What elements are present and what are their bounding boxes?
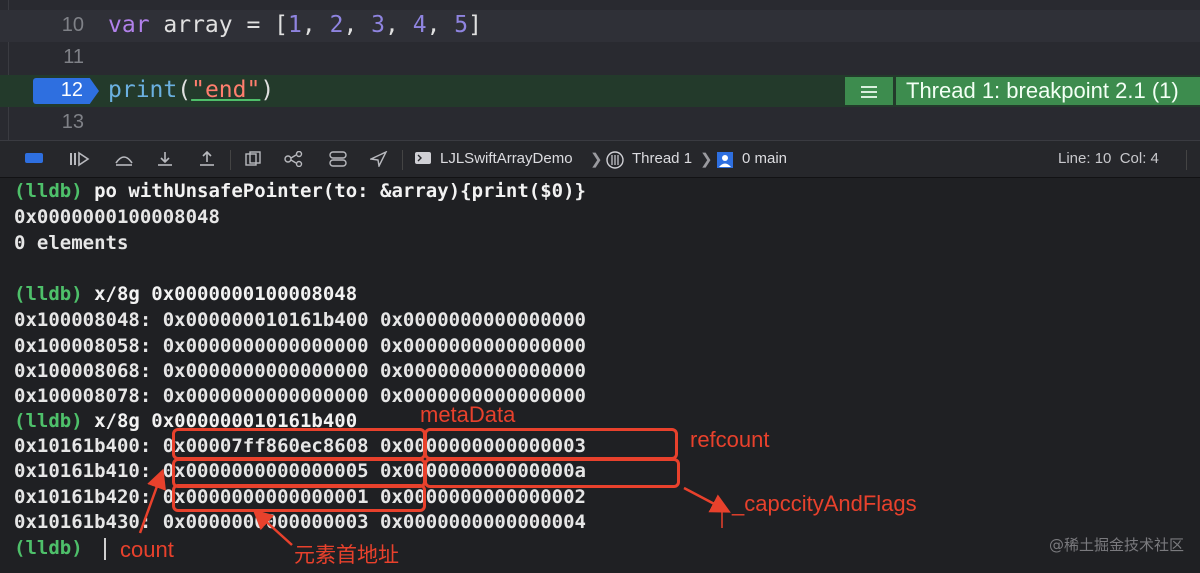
- capacity-arrow: [683, 486, 731, 513]
- watermark: @稀土掘金技术社区: [1048, 536, 1184, 554]
- annotation-arrows: [138, 468, 731, 546]
- count-arrow: [138, 468, 166, 534]
- first-element-arrow: [252, 509, 293, 546]
